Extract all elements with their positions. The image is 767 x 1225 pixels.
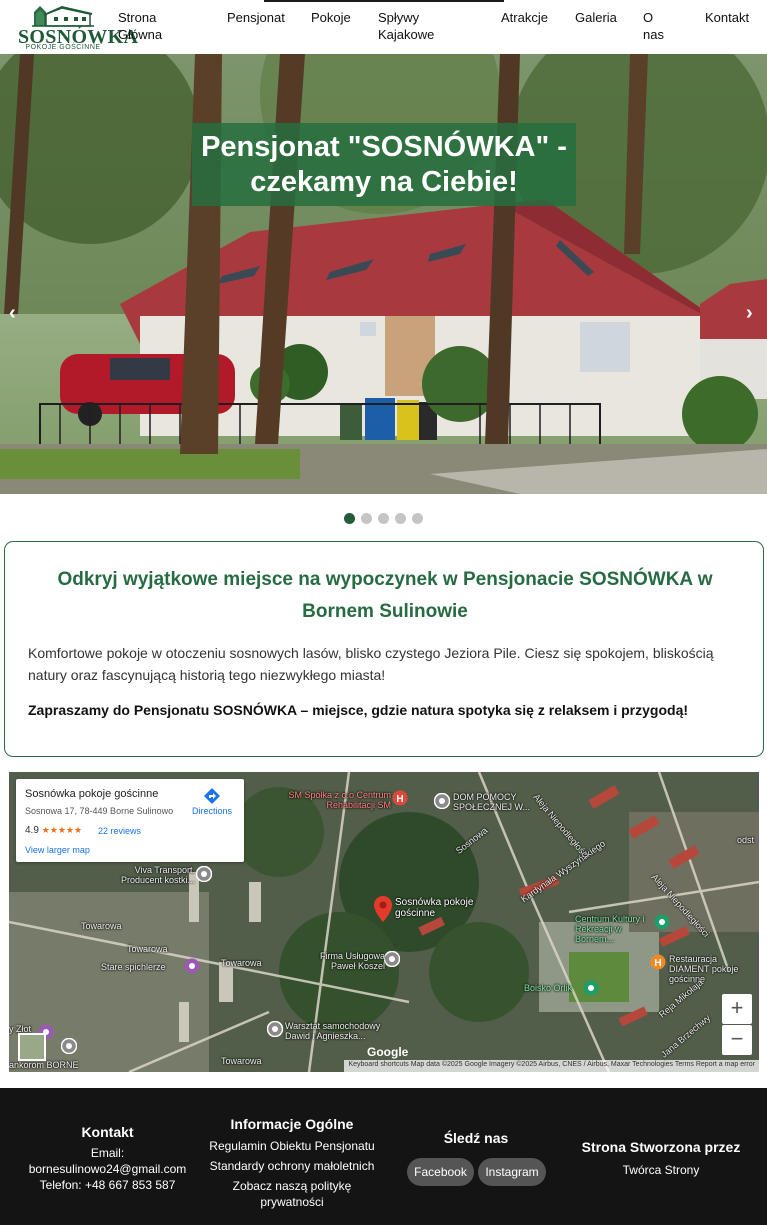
hero-photo xyxy=(0,54,767,494)
map-label: Viva Transport. Producent kostki... xyxy=(120,865,195,885)
map-label: Centrum Kultury i Rekreacji w Bornem... xyxy=(575,914,645,944)
contact-email[interactable]: bornesulinowo24@gmail.com xyxy=(20,1161,195,1177)
google-logo: Google xyxy=(367,1045,409,1059)
footer-contact: Kontakt Email: bornesulinowo24@gmail.com… xyxy=(20,1124,195,1193)
map-type-thumbnail[interactable] xyxy=(18,1033,46,1061)
nav-item-home[interactable]: Strona Główna xyxy=(118,9,178,43)
sport-marker-icon[interactable] xyxy=(583,980,599,996)
nav-item-atrakcje[interactable]: Atrakcje xyxy=(501,9,548,26)
directions-button[interactable]: Directions xyxy=(188,788,236,816)
nav-item-galeria[interactable]: Galeria xyxy=(575,9,617,26)
slider-dot-3[interactable] xyxy=(378,513,389,524)
footer-heading: Strona Stworzona przez xyxy=(581,1139,741,1155)
footer-link-privacy[interactable]: Zobacz naszą politykę prywatności xyxy=(222,1178,362,1210)
map-label: Towarowa xyxy=(221,958,262,968)
culture-marker-icon[interactable] xyxy=(654,914,670,930)
place-marker-icon[interactable] xyxy=(61,1038,77,1054)
facebook-button[interactable]: Facebook xyxy=(407,1158,474,1186)
nav-item-pokoje[interactable]: Pokoje xyxy=(311,9,351,26)
intro-title: Odkryj wyjątkowe miejsce na wypoczynek w… xyxy=(57,569,713,622)
footer-link-standardy[interactable]: Standardy ochrony małoletnich xyxy=(202,1158,382,1174)
place-marker-icon[interactable] xyxy=(384,951,400,967)
logo-tagline: POKOJE GOŚCINNE xyxy=(25,44,101,51)
contact-email-label: Email: xyxy=(90,1146,125,1160)
place-rating: 4.9 ★★★★★ xyxy=(25,825,82,836)
map-label-sosnowka[interactable]: Sosnówka pokoje gościnne xyxy=(395,897,475,919)
svg-text:H: H xyxy=(654,958,661,969)
slider-dot-1[interactable] xyxy=(344,513,355,524)
restaurant-marker-icon[interactable]: H xyxy=(650,954,666,970)
map-label: Boisko Orlik xyxy=(524,983,573,993)
reviews-link[interactable]: 22 reviews xyxy=(98,826,141,836)
footer-credits: Strona Stworzona przez Twórca Strony xyxy=(570,1139,752,1178)
rating-value: 4.9 xyxy=(25,825,39,836)
intro-text: Komfortowe pokoje w otoczeniu sosnowych … xyxy=(28,645,714,683)
map-label: SM Spółka z o.o Centrum Rehabilitacji SM xyxy=(288,790,391,810)
map-label: Restauracja DIAMENT pokoje gościnne xyxy=(669,954,739,984)
map-label: Stare spichlerze xyxy=(101,962,166,972)
nav-item-kontakt[interactable]: Kontakt xyxy=(705,9,749,26)
contact-phone: Telefon: +48 667 853 587 xyxy=(39,1178,176,1192)
hero-title: Pensjonat "SOSNÓWKA" - czekamy na Ciebie… xyxy=(192,123,576,206)
author-link[interactable]: Twórca Strony xyxy=(570,1162,752,1178)
intro-invitation: Zapraszamy do Pensjonatu SOSNÓWKA – miej… xyxy=(28,702,689,718)
hero-slider[interactable]: Pensjonat "SOSNÓWKA" - czekamy na Ciebie… xyxy=(0,54,767,494)
larger-map-link[interactable]: View larger map xyxy=(25,845,90,855)
top-accent-bar xyxy=(264,0,504,2)
place-name: Sosnówka pokoje gościnne xyxy=(25,788,159,800)
directions-label: Directions xyxy=(191,806,232,816)
rating-stars-icon: ★★★★★ xyxy=(41,825,83,835)
directions-icon xyxy=(204,788,220,804)
google-map[interactable]: H H SM Spółka z o.o Centrum Rehabilitacj… xyxy=(9,772,759,1072)
site-header: SOSNÓWKA POKOJE GOŚCINNE Strona Główna P… xyxy=(0,0,767,54)
site-footer: Kontakt Email: bornesulinowo24@gmail.com… xyxy=(0,1088,767,1225)
footer-info: Informacje Ogólne Regulamin Obiektu Pens… xyxy=(202,1116,382,1210)
slider-dot-4[interactable] xyxy=(395,513,406,524)
slider-next-arrow-icon[interactable]: › xyxy=(746,302,753,325)
nav-item-o-nas[interactable]: O nas xyxy=(643,9,665,43)
slider-dots xyxy=(0,511,767,524)
location-pin-icon[interactable] xyxy=(374,896,392,922)
nav-item-splywy[interactable]: Spływy Kajakowe xyxy=(378,9,438,43)
intro-card: Odkryj wyjątkowe miejsce na wypoczynek w… xyxy=(4,541,764,757)
map-label: Firma Usługowa Paweł Koszel xyxy=(319,951,385,971)
slider-prev-arrow-icon[interactable]: ‹ xyxy=(9,302,16,325)
map-label: Warsztat samochodowy Dawid i Agnieszka..… xyxy=(285,1021,381,1041)
nav-item-pensjonat[interactable]: Pensjonat xyxy=(227,9,285,26)
footer-heading: Kontakt xyxy=(81,1124,134,1140)
hospital-marker-icon[interactable]: H xyxy=(392,790,408,806)
map-label: odst xyxy=(737,835,755,845)
map-label: ankorom BORNE xyxy=(9,1060,79,1070)
zoom-out-button[interactable]: − xyxy=(722,1025,752,1055)
attraction-marker-icon[interactable] xyxy=(184,958,200,974)
map-place-card: Sosnówka pokoje gościnne Sosnowa 17, 78-… xyxy=(16,779,244,862)
footer-social: Śledź nas xyxy=(400,1130,552,1146)
map-attribution[interactable]: Keyboard shortcuts Map data ©2025 Google… xyxy=(344,1060,759,1072)
place-marker-icon[interactable] xyxy=(434,793,450,809)
footer-link-regulamin[interactable]: Regulamin Obiektu Pensjonatu xyxy=(202,1138,382,1154)
logo[interactable]: SOSNÓWKA POKOJE GOŚCINNE xyxy=(18,4,138,52)
slider-dot-5[interactable] xyxy=(412,513,423,524)
instagram-button[interactable]: Instagram xyxy=(478,1158,546,1186)
place-marker-icon[interactable] xyxy=(267,1021,283,1037)
map-label: Towarowa xyxy=(221,1056,262,1066)
map-label: Towarowa xyxy=(127,944,168,954)
place-marker-icon[interactable] xyxy=(196,866,212,882)
place-address: Sosnowa 17, 78-449 Borne Sulinowo xyxy=(25,806,174,816)
zoom-in-button[interactable]: + xyxy=(722,994,752,1024)
house-logo-icon xyxy=(32,5,94,27)
svg-text:H: H xyxy=(396,794,403,805)
slider-dot-2[interactable] xyxy=(361,513,372,524)
footer-heading: Informacje Ogólne xyxy=(230,1116,354,1132)
map-label: Towarowa xyxy=(81,921,122,931)
footer-heading: Śledź nas xyxy=(443,1130,509,1146)
